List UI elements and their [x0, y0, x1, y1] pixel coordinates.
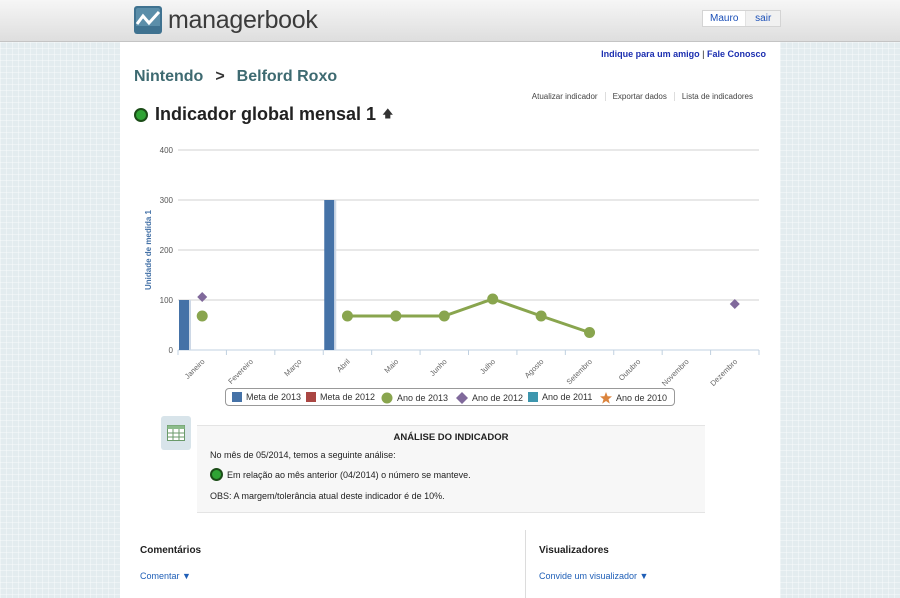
table-icon [167, 425, 185, 441]
user-menu: Mauro sair [702, 10, 781, 27]
y-tick-label: 100 [160, 296, 174, 305]
x-tick-label: Novembro [660, 357, 691, 387]
x-tick-label: Maio [382, 357, 400, 375]
x-tick-label: Outubro [617, 357, 643, 383]
legend-label: Ano de 2013 [397, 393, 449, 403]
y-tick-label: 300 [160, 196, 174, 205]
analysis-title: ANÁLISE DO INDICADOR [393, 432, 509, 443]
line-point [584, 327, 596, 338]
main-content: Indique para um amigo | Fale Conosco Nin… [120, 42, 780, 598]
bar [179, 300, 189, 350]
x-tick-label: Junho [428, 357, 449, 378]
legend-item-ano-2012[interactable]: Ano de 2012 [456, 392, 523, 404]
legend-label: Ano de 2011 [542, 392, 593, 402]
line-point [390, 310, 402, 322]
series-line [347, 297, 591, 334]
analysis-comparison: Em relação ao mês anterior (04/2014) o n… [210, 468, 471, 481]
user-name-link[interactable]: Mauro [703, 11, 747, 26]
x-tick-label: Dezembro [708, 357, 739, 387]
line-point [535, 310, 547, 322]
legend-label: Meta de 2013 [246, 392, 302, 402]
x-tick-label: Setembro [565, 357, 594, 386]
status-dot-icon [210, 468, 223, 481]
comments-title: Comentários [140, 545, 202, 556]
bar-shadow [334, 200, 337, 350]
legend-item-ano-2013[interactable]: Ano de 2013 [381, 392, 448, 404]
legend-label: Ano de 2012 [472, 393, 524, 403]
line-point [196, 310, 208, 322]
legend-item-meta-2013[interactable]: Meta de 2013 [232, 392, 301, 402]
y-axis-label: Unidade de medida 1 [144, 209, 153, 290]
line-point [341, 310, 353, 322]
analysis-obs: OBS: A margem/tolerância atual deste ind… [210, 491, 445, 501]
x-tick-label: Fevereiro [226, 357, 255, 386]
chart-legend: Meta de 2013 Meta de 2012 Ano de 2013 An… [225, 388, 675, 406]
x-tick-label: Janeiro [183, 357, 207, 381]
legend-label: Meta de 2012 [320, 392, 376, 402]
circle-marker-icon [381, 392, 393, 404]
line-point [487, 293, 499, 305]
invite-viewer-link[interactable]: Convide um visualizador ▼ [539, 571, 648, 581]
x-tick-label: Abril [335, 357, 352, 374]
x-tick-label: Julho [478, 357, 497, 376]
comment-link[interactable]: Comentar ▼ [140, 571, 191, 581]
bar [324, 200, 335, 350]
star-marker-icon [600, 392, 612, 404]
line-point [438, 310, 450, 322]
viewers-title: Visualizadores [539, 545, 609, 556]
legend-item-ano-2011[interactable]: Ano de 2011 [528, 392, 592, 402]
square-marker-icon [528, 392, 538, 402]
app-logo[interactable]: managerbook [134, 5, 318, 35]
app-name: managerbook [168, 5, 318, 34]
bar-swatch-icon [306, 392, 316, 402]
x-tick-label: Agosto [523, 357, 546, 380]
table-view-button[interactable] [161, 416, 191, 450]
y-tick-label: 200 [160, 246, 174, 255]
analysis-intro: No mês de 05/2014, temos a seguinte anál… [210, 450, 396, 460]
section-divider [525, 530, 526, 598]
bar-swatch-icon [232, 392, 242, 402]
analysis-comparison-text: Em relação ao mês anterior (04/2014) o n… [227, 469, 471, 480]
chart-logo-icon [134, 6, 162, 34]
y-tick-label: 0 [169, 346, 174, 355]
legend-item-meta-2012[interactable]: Meta de 2012 [306, 392, 375, 402]
bar-shadow [189, 300, 191, 350]
diamond-marker-icon [456, 392, 468, 404]
top-bar: managerbook Mauro sair [0, 0, 900, 42]
x-tick-label: Março [282, 357, 303, 378]
logout-link[interactable]: sair [746, 11, 780, 26]
legend-item-ano-2010[interactable]: Ano de 2010 [600, 392, 667, 404]
legend-label: Ano de 2010 [616, 393, 668, 403]
indicator-chart: 0 100 200 300 400 Unidade de medida 1 Janeiro F… [144, 146, 760, 387]
y-tick-label: 400 [160, 146, 174, 155]
indicator-analysis: ANÁLISE DO INDICADOR No mês de 05/2014, … [197, 425, 705, 513]
